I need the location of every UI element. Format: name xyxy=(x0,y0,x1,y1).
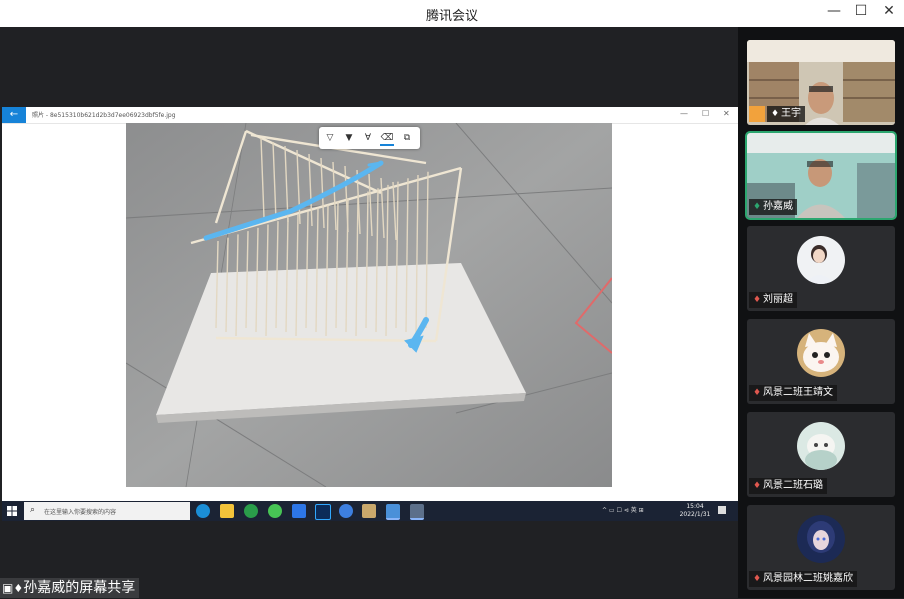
participant-tile[interactable]: ♦ 风景二班王靖文 xyxy=(747,319,895,404)
mic-muted-icon: ♦ xyxy=(752,388,762,398)
participant-tile[interactable]: ♦ 风景园林二班姚嘉欣 xyxy=(747,505,895,590)
photo-viewer-titlebar: ← 照片 - 8e515310b621d2b3d7ee06923dbf5fe.j… xyxy=(2,107,738,124)
highlighter-icon[interactable]: ▼ xyxy=(342,132,356,144)
mic-icon: ♦ xyxy=(752,202,762,212)
clock-date: 2022/1/31 xyxy=(679,511,711,518)
participant-tile[interactable]: ♦ 王宇 xyxy=(747,40,895,125)
photos-icon[interactable] xyxy=(386,504,400,520)
title-bar: 腾讯会议 — ☐ ✕ xyxy=(0,0,904,27)
mic-icon: ♦ xyxy=(770,109,780,119)
mic-muted-icon: ♦ xyxy=(752,574,762,584)
search-placeholder: 在这里输入你要搜索的内容 xyxy=(44,509,117,516)
shared-screen: ← 照片 - 8e515310b621d2b3d7ee06923dbf5fe.j… xyxy=(2,107,738,521)
file-explorer-icon[interactable] xyxy=(220,504,234,518)
shared-taskbar: ⌕ 在这里输入你要搜索的内容 ^ ▭ ☐ ⊲ 英 ⊞ 15:04 2022/1/… xyxy=(2,501,738,521)
model-photo xyxy=(126,123,612,487)
maximize-button[interactable]: ☐ xyxy=(851,3,871,19)
photoshop-icon[interactable] xyxy=(315,504,331,520)
wechat-icon[interactable] xyxy=(268,504,282,518)
participant-name: ♦ 风景二班石璐 xyxy=(749,478,827,494)
participant-name: ♦ 刘丽超 xyxy=(749,292,797,308)
avatar xyxy=(797,236,845,284)
copy-icon[interactable]: ⧉ xyxy=(400,132,414,144)
screen-share-icon: ▣ xyxy=(2,581,14,595)
windows-start-icon[interactable] xyxy=(7,506,17,516)
participant-name: ♦ 孙嘉威 xyxy=(749,199,797,215)
app-icon[interactable] xyxy=(362,504,376,518)
close-button[interactable]: ✕ xyxy=(879,3,899,19)
viewer-close-button[interactable]: ✕ xyxy=(723,109,730,118)
search-icon: ⌕ xyxy=(30,505,36,515)
screen-share-label: ▣♦孙嘉威的屏幕共享 xyxy=(0,578,140,598)
participant-name: ♦ 风景二班王靖文 xyxy=(749,385,837,401)
participant-tile[interactable]: ♦ 风景二班石璐 xyxy=(747,412,895,497)
taskbar-clock[interactable]: 15:04 2022/1/31 xyxy=(678,503,712,519)
participant-tile[interactable]: ♦ 孙嘉威 xyxy=(745,131,897,220)
image-viewer-icon[interactable] xyxy=(410,504,424,520)
photo-file-title: 照片 - 8e515310b621d2b3d7ee06923dbf5fe.jpg xyxy=(32,112,176,119)
taskbar-search-input[interactable]: ⌕ 在这里输入你要搜索的内容 xyxy=(24,502,190,520)
edge-icon[interactable] xyxy=(196,504,210,518)
viewer-maximize-button[interactable]: ☐ xyxy=(702,109,709,118)
minimize-button[interactable]: — xyxy=(824,3,844,19)
window-title: 腾讯会议 xyxy=(425,9,478,24)
avatar xyxy=(797,329,845,377)
back-button[interactable]: ← xyxy=(2,107,26,123)
mic-icon: ♦ xyxy=(13,582,24,595)
eraser-icon[interactable]: ⌫ xyxy=(380,132,394,146)
system-tray[interactable]: ^ ▭ ☐ ⊲ 英 ⊞ xyxy=(602,505,644,514)
participant-tile[interactable]: ♦ 刘丽超 xyxy=(747,226,895,311)
participant-name: ♦ 风景园林二班姚嘉欣 xyxy=(749,571,857,587)
participant-name: ♦ 王宇 xyxy=(767,106,805,122)
pencil-icon[interactable]: ∀ xyxy=(361,132,375,144)
pen-icon[interactable]: ▽ xyxy=(323,132,337,144)
media-icon[interactable] xyxy=(244,504,258,518)
mic-muted-icon: ♦ xyxy=(752,295,762,305)
annotation-toolbar: ▽ ▼ ∀ ⌫ ⧉ xyxy=(319,127,420,149)
host-icon xyxy=(749,106,765,122)
browser-icon[interactable] xyxy=(339,504,353,518)
notification-icon[interactable] xyxy=(718,506,726,514)
avatar xyxy=(797,422,845,470)
clock-time: 15:04 xyxy=(686,503,704,510)
mic-muted-icon: ♦ xyxy=(752,481,762,491)
tencent-meeting-icon[interactable] xyxy=(292,504,306,518)
viewer-minimize-button[interactable]: — xyxy=(680,109,688,118)
avatar xyxy=(797,515,845,563)
